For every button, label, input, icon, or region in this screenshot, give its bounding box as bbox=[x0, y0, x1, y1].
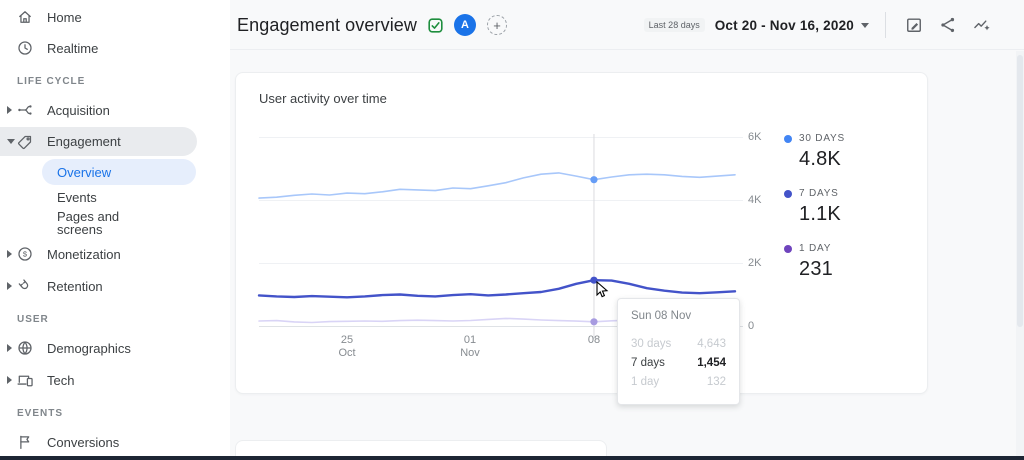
scrollbar-track bbox=[1016, 51, 1024, 456]
sidebar-item-retention[interactable]: Retention bbox=[0, 272, 230, 300]
sidebar-item-label: Engagement bbox=[47, 134, 121, 149]
sidebar-item-label: Conversions bbox=[47, 434, 120, 450]
y-tick-label: 2K bbox=[748, 257, 762, 269]
legend-dot-1-day bbox=[784, 244, 792, 253]
x-tick-25-oct: 25 Oct bbox=[338, 334, 356, 359]
legend-value-7-days: 1.1K bbox=[799, 203, 841, 225]
y-tick-label: 0 bbox=[748, 320, 755, 332]
magnet-icon bbox=[16, 277, 34, 295]
legend-dot-7-days bbox=[784, 189, 792, 198]
tooltip-row-30-days: 30 days 4,643 bbox=[631, 338, 726, 350]
sidebar-item-acquisition[interactable]: Acquisition bbox=[0, 96, 230, 124]
home-icon bbox=[16, 8, 34, 26]
report-header: Engagement overview A + Last 28 days Oct… bbox=[230, 0, 1024, 50]
chevron-right-icon bbox=[7, 250, 12, 258]
legend-value-30-days: 4.8K bbox=[799, 148, 841, 170]
sidebar-item-label: Pages and screens bbox=[57, 208, 120, 237]
globe-icon bbox=[16, 339, 34, 357]
sidebar-item-pages-and-screens[interactable]: Pages and screens bbox=[0, 209, 230, 237]
sidebar-item-label: Home bbox=[47, 9, 82, 25]
user-activity-card: User activity over time 6K 4K 2K 0 25 Oct… bbox=[235, 72, 928, 394]
comparison-avatar[interactable]: A bbox=[454, 14, 477, 36]
sidebar-section-events: EVENTS bbox=[17, 408, 64, 419]
sidebar-item-label: Overview bbox=[57, 165, 112, 180]
scrollbar-thumb[interactable] bbox=[1017, 55, 1023, 327]
sidebar-item-home[interactable]: Home bbox=[0, 3, 230, 31]
divider bbox=[885, 12, 886, 38]
insights-icon[interactable] bbox=[970, 13, 994, 37]
legend-value-1-day: 231 bbox=[799, 258, 833, 280]
y-tick-label: 4K bbox=[748, 194, 762, 206]
chevron-down-icon bbox=[861, 22, 869, 28]
chevron-right-icon bbox=[7, 282, 12, 290]
sidebar-item-label: Acquisition bbox=[47, 102, 110, 118]
chevron-down-icon bbox=[7, 139, 15, 144]
sidebar-item-label: Demographics bbox=[47, 340, 131, 356]
main-content: Engagement overview A + Last 28 days Oct… bbox=[230, 0, 1024, 460]
acquisition-icon bbox=[16, 101, 34, 119]
sidebar-item-overview-selected[interactable]: Overview bbox=[42, 159, 196, 185]
tooltip-date: Sun 08 Nov bbox=[631, 310, 692, 322]
sidebar-item-label: Tech bbox=[47, 372, 75, 388]
devices-icon bbox=[16, 371, 34, 389]
sidebar-item-monetization[interactable]: $ Monetization bbox=[0, 240, 230, 268]
share-icon[interactable] bbox=[936, 13, 960, 37]
chevron-right-icon bbox=[7, 106, 12, 114]
report-check-icon bbox=[428, 17, 443, 33]
tag-icon bbox=[16, 133, 34, 151]
sidebar-item-realtime[interactable]: Realtime bbox=[0, 34, 230, 62]
add-comparison-button[interactable]: + bbox=[487, 15, 508, 35]
chart-tooltip: Sun 08 Nov 30 days 4,643 7 days 1,454 1 da… bbox=[617, 298, 740, 405]
x-tick-08: 08 bbox=[587, 334, 601, 346]
sidebar-item-label: Events bbox=[57, 189, 97, 205]
sidebar-section-life-cycle: LIFE CYCLE bbox=[17, 76, 86, 87]
sidebar-item-label: Retention bbox=[47, 278, 103, 294]
dollar-icon: $ bbox=[16, 245, 34, 263]
ga4-engagement-overview: Home Realtime LIFE CYCLE Acquisition Eng… bbox=[0, 0, 1024, 460]
sidebar-item-tech[interactable]: Tech bbox=[0, 366, 230, 394]
chevron-right-icon bbox=[7, 344, 12, 352]
flag-icon bbox=[16, 433, 34, 451]
sidebar-item-engagement[interactable]: Engagement bbox=[0, 127, 197, 156]
sidebar-item-conversions[interactable]: Conversions bbox=[0, 428, 230, 456]
legend-item-1-day: 1 DAY 231 bbox=[784, 243, 914, 281]
legend-item-30-days: 30 DAYS 4.8K bbox=[784, 133, 914, 171]
customize-report-icon[interactable] bbox=[902, 13, 926, 37]
tooltip-row-7-days: 7 days 1,454 bbox=[631, 357, 726, 369]
y-tick-label: 6K bbox=[748, 131, 762, 143]
clock-icon bbox=[16, 39, 34, 57]
bottom-taskbar-strip bbox=[0, 456, 1024, 460]
sidebar-item-demographics[interactable]: Demographics bbox=[0, 334, 230, 362]
date-preset-badge: Last 28 days bbox=[643, 18, 705, 32]
sidebar: Home Realtime LIFE CYCLE Acquisition Eng… bbox=[0, 0, 230, 460]
tooltip-row-1-day: 1 day 132 bbox=[631, 376, 726, 388]
sidebar-item-label: Monetization bbox=[47, 246, 121, 262]
date-range-selector[interactable]: Oct 20 - Nov 16, 2020 bbox=[715, 18, 869, 33]
chart-title: User activity over time bbox=[259, 91, 387, 106]
x-tick-01-nov: 01 Nov bbox=[460, 334, 480, 359]
legend-item-7-days: 7 DAYS 1.1K bbox=[784, 188, 914, 226]
legend-dot-30-days bbox=[784, 134, 792, 143]
page-title: Engagement overview bbox=[237, 14, 418, 35]
sidebar-section-user: USER bbox=[17, 314, 49, 325]
chevron-right-icon bbox=[7, 376, 12, 384]
sidebar-item-label: Realtime bbox=[47, 40, 99, 56]
sidebar-item-events[interactable]: Events bbox=[0, 183, 230, 211]
svg-text:$: $ bbox=[23, 250, 28, 259]
